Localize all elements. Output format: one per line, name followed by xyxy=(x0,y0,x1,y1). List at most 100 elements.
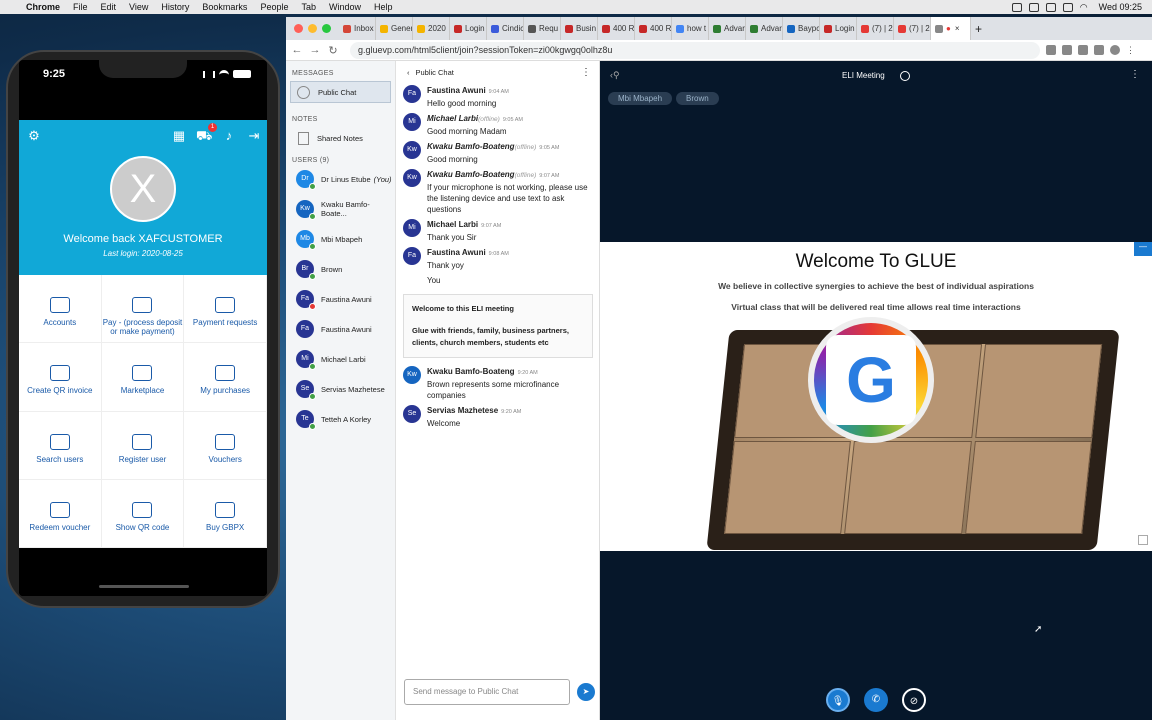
browser-tab[interactable]: Login xyxy=(450,17,487,40)
browser-tab[interactable]: 2020 xyxy=(413,17,450,40)
browser-tab[interactable]: Gener xyxy=(376,17,413,40)
menu-edit[interactable]: Edit xyxy=(101,2,117,12)
chat-message: Mi Michael Larbi(offline) 9:05 AM Good morn… xyxy=(397,111,599,139)
wifi-icon[interactable]: ◠ xyxy=(1080,2,1088,13)
record-icon[interactable] xyxy=(900,71,910,81)
create-qr-invoice-button[interactable]: Create QR invoice xyxy=(19,343,102,412)
grid-label: Marketplace xyxy=(120,386,165,396)
public-chat-item[interactable]: Public Chat xyxy=(290,81,391,103)
browser-tab[interactable]: (7) | 2 xyxy=(857,17,894,40)
close-window-button[interactable] xyxy=(294,24,303,33)
users-heading: USERS (9) xyxy=(292,157,330,164)
status-icon[interactable] xyxy=(1045,2,1056,12)
battery-icon[interactable] xyxy=(1062,2,1073,12)
minimize-presentation-button[interactable]: — xyxy=(1134,242,1152,256)
avatar[interactable]: X xyxy=(110,156,176,222)
gear-icon[interactable]: ⚙ xyxy=(26,128,42,144)
status-icon[interactable] xyxy=(1028,2,1039,12)
browser-tab[interactable]: Login xyxy=(820,17,857,40)
profile-avatar[interactable] xyxy=(1110,45,1120,55)
accounts-button[interactable]: Accounts xyxy=(19,275,102,344)
browser-tab[interactable]: how t xyxy=(672,17,709,40)
cart-icon[interactable]: ⛟ 1 xyxy=(196,123,217,144)
browser-tab[interactable]: Busin xyxy=(561,17,598,40)
send-icon[interactable]: ➤ xyxy=(577,683,595,701)
browser-tab[interactable]: Requ xyxy=(524,17,561,40)
tab-close-icon[interactable]: × xyxy=(955,24,960,33)
user-list-item[interactable]: Fa Faustina Awuni xyxy=(286,314,395,344)
phone-icon[interactable]: ✆ xyxy=(864,688,888,712)
forward-button[interactable]: → xyxy=(308,44,322,56)
redeem-voucher-button[interactable]: Redeem voucher xyxy=(19,479,102,548)
logout-icon[interactable]: ⇥ xyxy=(246,128,262,144)
presentation-area: ‹⚲ ELI Meeting ⋮ Mbi Mbapeh Brown Welcom… xyxy=(600,61,1152,720)
search-users-button[interactable]: Search users xyxy=(19,411,102,480)
payment-requests-button[interactable]: Payment requests xyxy=(184,275,267,344)
extension-icon[interactable] xyxy=(1078,45,1088,55)
show-qr-code-button[interactable]: Show QR code xyxy=(101,479,185,548)
fullscreen-icon[interactable] xyxy=(1138,535,1148,545)
menubar-clock[interactable]: Wed 09:25 xyxy=(1099,2,1142,12)
browser-tab[interactable]: Advar xyxy=(709,17,746,40)
register-user-button[interactable]: Register user xyxy=(101,411,185,480)
zoom-window-button[interactable] xyxy=(322,24,331,33)
vouchers-button[interactable]: Vouchers xyxy=(184,411,267,480)
user-list-item[interactable]: Mi Michael Larbi xyxy=(286,344,395,374)
user-initials: Te xyxy=(301,415,309,422)
shared-notes-item[interactable]: Shared Notes xyxy=(286,123,395,153)
status-icon[interactable] xyxy=(1011,2,1022,12)
user-list-item[interactable]: Fa Faustina Awuni xyxy=(286,284,395,314)
buy-gbpx-button[interactable]: Buy GBPX xyxy=(184,479,267,548)
menu-bookmarks[interactable]: Bookmarks xyxy=(202,2,247,12)
menu-tab[interactable]: Tab xyxy=(301,2,316,12)
url-input[interactable]: g.gluevp.com/html5client/join?sessionTok… xyxy=(350,41,1040,59)
message-time: 9:08 AM xyxy=(488,251,509,257)
extension-icon[interactable] xyxy=(1094,45,1104,55)
microphone-icon[interactable]: 🎙 xyxy=(826,688,850,712)
browser-tab[interactable]: 400 R xyxy=(635,17,672,40)
menu-app[interactable]: Chrome xyxy=(26,2,60,12)
chevron-left-icon[interactable]: ‹ xyxy=(407,68,410,77)
pay-button[interactable]: Pay - (process deposit or make payment) xyxy=(101,275,185,344)
browser-tab[interactable]: Baypc xyxy=(783,17,820,40)
user-list-item[interactable]: Te Tetteh A Korley xyxy=(286,404,395,434)
tab-active[interactable]: ● × xyxy=(931,17,971,40)
options-menu-icon[interactable]: ⋮ xyxy=(1130,69,1140,80)
home-indicator[interactable] xyxy=(99,585,189,588)
menu-help[interactable]: Help xyxy=(374,2,393,12)
my-purchases-button[interactable]: My purchases xyxy=(184,343,267,412)
browser-tab[interactable]: Cindic xyxy=(487,17,524,40)
browser-tab[interactable]: Inbox xyxy=(339,17,376,40)
minimize-window-button[interactable] xyxy=(308,24,317,33)
back-button[interactable]: ← xyxy=(290,44,304,56)
user-list-item[interactable]: Se Servias Mazhetese xyxy=(286,374,395,404)
browser-tab[interactable]: 400 R xyxy=(598,17,635,40)
basket-icon xyxy=(132,365,153,382)
user-list-item[interactable]: Br Brown xyxy=(286,254,395,284)
new-tab-button[interactable]: + xyxy=(975,22,982,36)
more-options-icon[interactable]: ⋮ xyxy=(581,67,599,78)
browser-tab[interactable]: Advar xyxy=(746,17,783,40)
user-list-item[interactable]: Dr Dr Linus Etube (You) xyxy=(286,164,395,194)
tab-favicon xyxy=(528,24,536,33)
extension-icon[interactable] xyxy=(1062,45,1072,55)
user-list-toggle-icon[interactable]: ‹⚲ xyxy=(610,70,620,81)
meeting-title: ELI Meeting xyxy=(842,71,885,80)
user-list-item[interactable]: Mb Mbi Mbapeh xyxy=(286,224,395,254)
user-list-item[interactable]: Kw Kwaku Bamfo-Boate... xyxy=(286,194,395,224)
menu-window[interactable]: Window xyxy=(329,2,361,12)
qr-scan-icon[interactable]: ▦ xyxy=(171,128,187,144)
chat-message-input[interactable]: Send message to Public Chat xyxy=(404,679,570,705)
menu-history[interactable]: History xyxy=(161,2,189,12)
bell-icon[interactable]: ♪ xyxy=(221,128,237,144)
menu-view[interactable]: View xyxy=(129,2,148,12)
reload-button[interactable]: ↻ xyxy=(326,44,340,57)
menu-file[interactable]: File xyxy=(73,2,88,12)
extension-icon[interactable] xyxy=(1046,45,1056,55)
browser-tab[interactable]: (7) | 2 xyxy=(894,17,931,40)
tab-favicon xyxy=(343,24,351,33)
camera-off-icon[interactable]: ⊘ xyxy=(902,688,926,712)
marketplace-button[interactable]: Marketplace xyxy=(101,343,185,412)
menu-icon[interactable]: ⋮ xyxy=(1126,45,1136,55)
menu-people[interactable]: People xyxy=(260,2,288,12)
